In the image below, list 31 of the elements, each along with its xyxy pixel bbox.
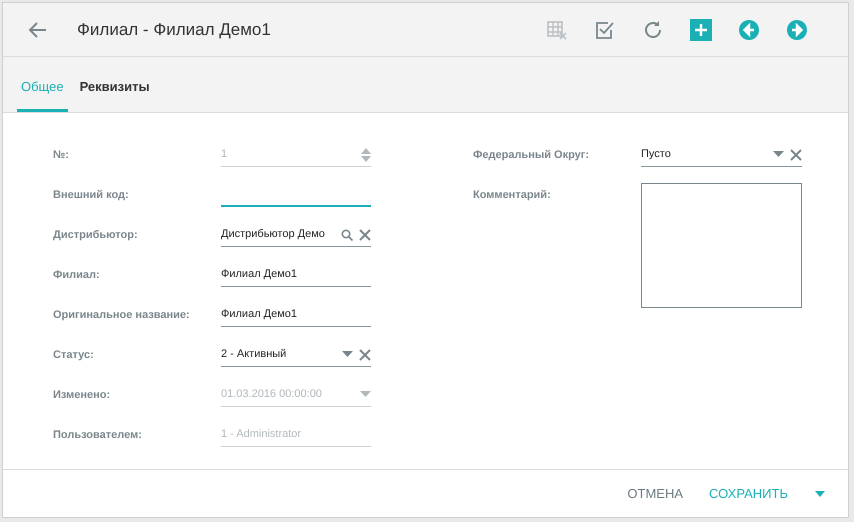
dropdown-field[interactable]: Пусто [641,143,802,167]
dropdown-icon[interactable] [773,151,784,158]
field-label: Пользователем: [53,428,143,443]
cancel-button[interactable]: ОТМЕНА [627,484,684,504]
field-label: Филиал: [53,268,101,283]
field-label: Статус: [53,348,95,363]
lookup-field[interactable]: Дистрибьютор Демо [221,223,371,247]
refresh-icon[interactable] [642,18,664,40]
field-label: Федеральный Округ: [473,148,590,163]
field-label: Дистрибьютор: [53,228,139,243]
clear-icon[interactable] [790,148,802,160]
search-icon[interactable] [341,228,353,240]
text-field[interactable]: Филиал Демо1 [221,263,371,287]
field-label: Изменено: [53,388,112,403]
dropdown-field[interactable]: 2 - Активный [221,343,371,367]
caret-icon[interactable] [814,490,826,498]
text-field[interactable]: Филиал Демо1 [221,303,371,327]
tab[interactable]: Реквизиты [70,68,160,112]
comment-field[interactable] [641,183,802,308]
window-title: Филиал - Филиал Демо1 [77,18,271,41]
right-arrow-circle-icon[interactable] [786,18,808,40]
add-icon[interactable] [690,18,712,40]
field-label: Комментарий: [473,188,552,203]
field-label: Оригинальное название: [53,308,191,323]
left-arrow-circle-icon[interactable] [738,18,760,40]
clear-icon[interactable] [359,228,371,240]
dropdown-icon[interactable] [342,351,353,358]
back-arrow-icon[interactable] [27,20,47,38]
field-label: Внешний код: [53,188,130,203]
field-label: №: [53,148,70,163]
clear-icon[interactable] [359,348,371,360]
